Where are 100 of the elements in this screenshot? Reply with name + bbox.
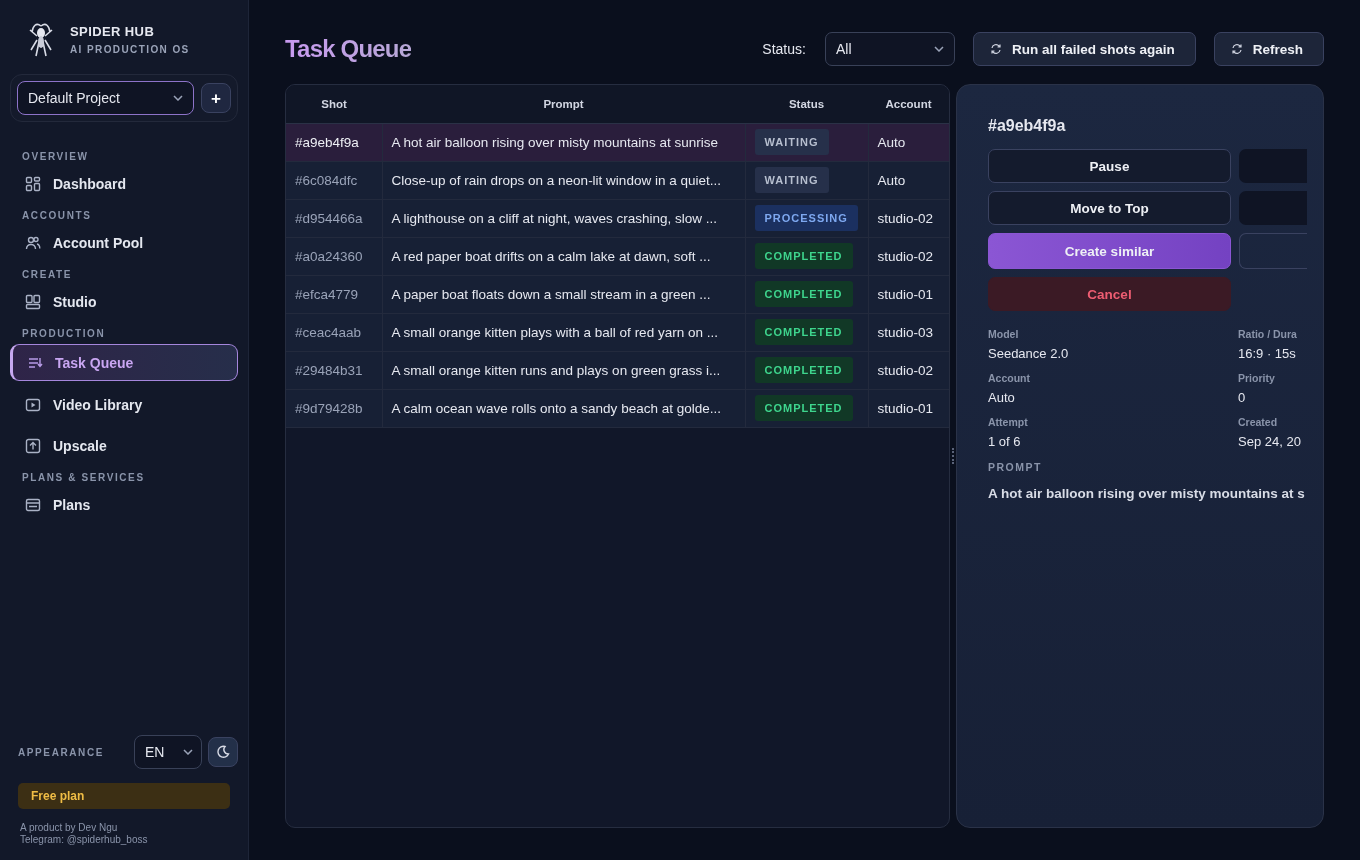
footer-text: Telegram: @spiderhub_boss	[20, 834, 149, 846]
prompt-cell: A lighthouse on a cliff at night, waves crashing, slow ...	[382, 199, 745, 237]
account-cell: studio-02	[868, 199, 949, 237]
table-row[interactable]: #6c084dfc Close-up of rain drops on a neon-lit window in a quiet... WAITING Auto	[286, 161, 949, 199]
theme-toggle-button[interactable]	[208, 737, 238, 767]
prompt-cell: Close-up of rain drops on a neon-lit window in a quiet...	[382, 161, 745, 199]
section-heading: PRODUCTION	[21, 328, 107, 339]
account-cell: studio-02	[868, 237, 949, 275]
account-cell: Auto	[868, 123, 949, 161]
status-badge: WAITING	[754, 167, 829, 193]
section-heading: PLANS & SERVICES	[21, 472, 146, 483]
grid-icon	[25, 176, 41, 192]
table-row[interactable]: #9d79428b A calm ocean wave rolls onto a sandy beach at golde... COMPLETED studio-01	[286, 389, 949, 427]
prompt-cell: A small orange kitten runs and plays on green grass i...	[382, 351, 745, 389]
shot-id: #29484b31	[286, 351, 382, 389]
column-header: Account	[868, 85, 949, 123]
brand-tagline: AI PRODUCTION OS	[70, 43, 190, 55]
refresh-icon	[989, 43, 1002, 55]
shot-id: #9d79428b	[286, 389, 382, 427]
table-row[interactable]: #efca4779 A paper boat floats down a small stream in a green ... COMPLETED studio-01	[286, 275, 949, 313]
shot-id: #6c084dfc	[286, 161, 382, 199]
section-heading: CREATE	[21, 269, 73, 280]
prompt-cell: A paper boat floats down a small stream in a green ...	[382, 275, 745, 313]
status-badge: PROCESSING	[754, 205, 858, 231]
account-cell: studio-02	[868, 351, 949, 389]
users-icon	[25, 235, 41, 251]
shot-id: #efca4779	[286, 275, 382, 313]
field-value: Sep 24, 20	[1238, 434, 1302, 449]
status-badge: COMPLETED	[754, 319, 853, 345]
prompt-cell: A red paper boat drifts on a calm lake at dawn, soft ...	[382, 237, 745, 275]
nav-item[interactable]: Upscale	[10, 429, 238, 463]
cancel-button[interactable]: Cancel	[988, 277, 1231, 311]
table-row[interactable]: #a9eb4f9a A hot air balloon rising over misty mountains at sunrise WAITING Auto	[286, 123, 949, 161]
card-icon	[25, 497, 41, 513]
action-button[interactable]: Pause	[988, 149, 1231, 183]
table-row[interactable]: #a0a24360 A red paper boat drifts on a calm lake at dawn, soft ... COMPLETED studio-02	[286, 237, 949, 275]
language-dropdown[interactable]: EN	[134, 735, 202, 769]
field-label: Attempt	[988, 416, 1029, 428]
clipped-button[interactable]	[1239, 149, 1307, 183]
status-badge: WAITING	[754, 129, 829, 155]
project-dropdown[interactable]: Default Project	[17, 81, 194, 115]
field-label: Priority	[1238, 372, 1276, 384]
action-button[interactable]: Run all failed shots again	[972, 32, 1196, 66]
layout-icon	[25, 294, 41, 310]
status-badge: COMPLETED	[754, 281, 853, 307]
field-value: 16:9 · 15s	[1238, 346, 1297, 361]
prompt-cell: A small orange kitten plays with a ball of red yarn on ...	[382, 313, 745, 351]
moon-icon	[216, 745, 230, 759]
clipped-button[interactable]	[1239, 233, 1307, 269]
prompt-cell: A hot air balloon rising over misty mountains at sunrise	[382, 123, 745, 161]
status-badge: COMPLETED	[754, 395, 853, 421]
nav-item[interactable]: Task Queue	[10, 344, 238, 381]
nav-item[interactable]: Studio	[10, 285, 238, 319]
prompt-label: PROMPT	[988, 461, 1043, 473]
account-cell: studio-01	[868, 389, 949, 427]
table-row[interactable]: #ceac4aab A small orange kitten plays with a ball of red yarn on ... COMPLETED studio-03	[286, 313, 949, 351]
account-cell: Auto	[868, 161, 949, 199]
clipped-button[interactable]	[1239, 191, 1307, 225]
table-row[interactable]: #29484b31 A small orange kitten runs and plays on green grass i... COMPLETED studio-02	[286, 351, 949, 389]
nav-item[interactable]: Plans	[10, 488, 238, 522]
field-label: Ratio / Dura	[1238, 328, 1298, 340]
nav-item[interactable]: Dashboard	[10, 167, 238, 201]
brand-name: SPIDER HUB	[70, 23, 156, 39]
video-icon	[25, 397, 41, 413]
detail-title: #a9eb4f9a	[988, 117, 1067, 135]
section-heading: OVERVIEW	[21, 151, 90, 162]
action-button[interactable]: Create similar	[988, 233, 1231, 269]
field-value: 1 of 6	[988, 434, 1022, 449]
field-value: Auto	[988, 390, 1016, 405]
upload-icon	[25, 438, 41, 454]
add-project-button[interactable]: +	[201, 83, 231, 113]
plan-badge: Free plan	[18, 783, 230, 809]
nav-item[interactable]: Account Pool	[10, 226, 238, 260]
action-button[interactable]: Refresh	[1213, 32, 1324, 66]
field-value: Seedance 2.0	[988, 346, 1070, 361]
chevron-down-icon	[173, 95, 183, 101]
shot-id: #ceac4aab	[286, 313, 382, 351]
appearance-label: APPEARANCE	[18, 746, 105, 758]
nav-item[interactable]: Video Library	[10, 388, 238, 422]
field-value: 0	[1238, 390, 1247, 405]
column-header: Shot	[286, 85, 382, 123]
field-label: Model	[988, 328, 1020, 340]
status-badge: COMPLETED	[754, 243, 853, 269]
chevron-down-icon	[933, 46, 944, 52]
status-filter-dropdown[interactable]: All	[824, 32, 955, 66]
account-cell: studio-01	[868, 275, 949, 313]
prompt-text: A hot air balloon rising over misty mountains at s	[988, 486, 1306, 501]
footer-text: A product by Dev Ngu	[20, 822, 119, 834]
status-badge: COMPLETED	[754, 357, 853, 383]
shot-id: #d954466a	[286, 199, 382, 237]
resize-handle-icon[interactable]	[952, 448, 954, 464]
account-cell: studio-03	[868, 313, 949, 351]
field-label: Account	[988, 372, 1031, 384]
chevron-down-icon	[183, 749, 193, 755]
refresh-icon	[1230, 43, 1243, 55]
table-row[interactable]: #d954466a A lighthouse on a cliff at night, waves crashing, slow ... PROCESSING studio-02	[286, 199, 949, 237]
section-heading: ACCOUNTS	[21, 210, 93, 221]
shot-id: #a0a24360	[286, 237, 382, 275]
action-button[interactable]: Move to Top	[988, 191, 1231, 225]
prompt-cell: A calm ocean wave rolls onto a sandy beach at golde...	[382, 389, 745, 427]
